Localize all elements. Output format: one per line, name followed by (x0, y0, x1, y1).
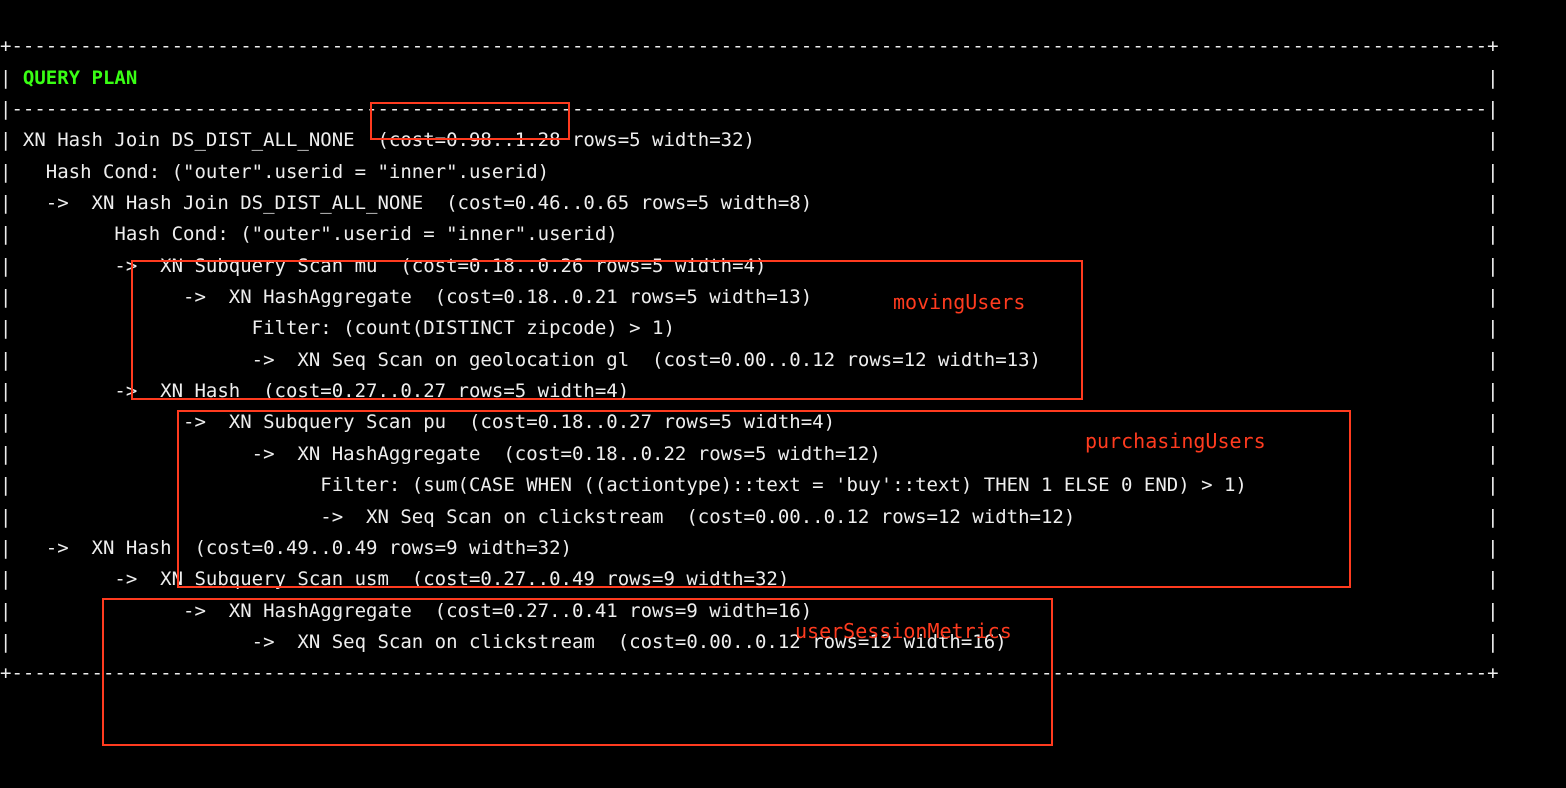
plan-line: | -> XN HashAggregate (cost=0.27..0.41 r… (0, 600, 1499, 622)
plan-line: | -> XN Hash (cost=0.49..0.49 rows=9 wid… (0, 537, 1499, 559)
plan-line: | -> XN Subquery Scan mu (cost=0.18..0.2… (0, 255, 1499, 277)
plan-line: | Hash Cond: ("outer".userid = "inner".u… (0, 161, 1499, 183)
plan-line: | -> XN Seq Scan on clickstream (cost=0.… (0, 631, 1499, 653)
header-row-suffix: | (137, 67, 1498, 89)
plan-line: | Hash Cond: ("outer".userid = "inner".u… (0, 223, 1499, 245)
plan-line: | Filter: (count(DISTINCT zipcode) > 1) … (0, 317, 1499, 339)
header-row-prefix: | (0, 67, 23, 89)
plan-line: | -> XN Seq Scan on clickstream (cost=0.… (0, 506, 1499, 528)
plan-line: | -> XN Hash (cost=0.27..0.27 rows=5 wid… (0, 380, 1499, 402)
plan-line: | -> XN HashAggregate (cost=0.18..0.21 r… (0, 286, 1499, 308)
border-bottom: +---------------------------------------… (0, 662, 1499, 684)
plan-line: | -> XN Hash Join DS_DIST_ALL_NONE (cost… (0, 192, 1499, 214)
plan-line: | -> XN HashAggregate (cost=0.18..0.22 r… (0, 443, 1499, 465)
plan-line: | Filter: (sum(CASE WHEN ((actiontype)::… (0, 474, 1499, 496)
border-top: +---------------------------------------… (0, 35, 1499, 57)
header-separator: |---------------------------------------… (0, 98, 1499, 120)
query-plan-output: +---------------------------------------… (0, 0, 1566, 690)
plan-line: | -> XN Subquery Scan pu (cost=0.18..0.2… (0, 411, 1499, 433)
plan-line: | -> XN Seq Scan on geolocation gl (cost… (0, 349, 1499, 371)
plan-line: | XN Hash Join DS_DIST_ALL_NONE (cost=0.… (0, 129, 1499, 151)
plan-line: | -> XN Subquery Scan usm (cost=0.27..0.… (0, 568, 1499, 590)
query-plan-header: QUERY PLAN (23, 67, 137, 89)
